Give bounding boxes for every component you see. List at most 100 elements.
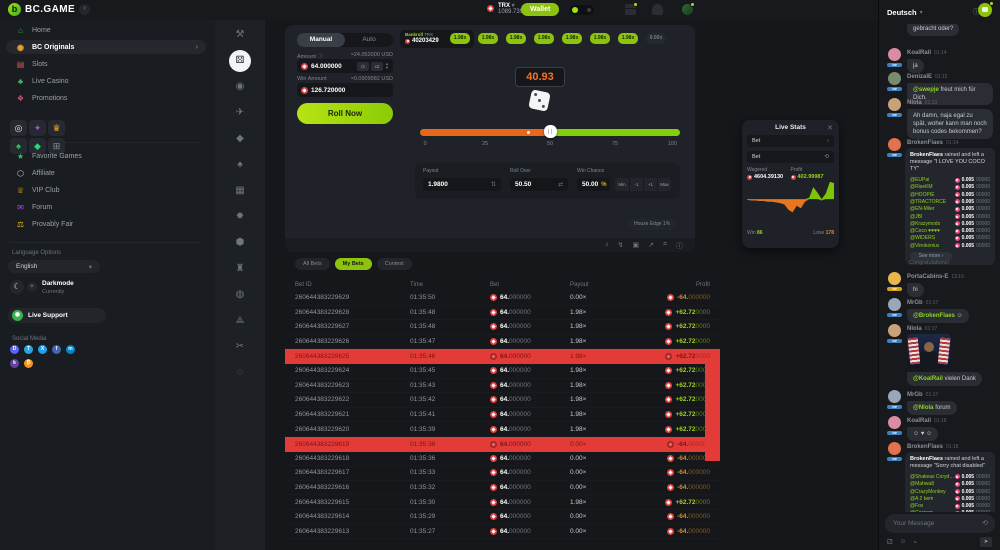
swap-icon[interactable]: ⇅ bbox=[491, 181, 496, 188]
result-pill[interactable]: 1.98x bbox=[478, 33, 498, 44]
amount-input[interactable]: 64.000000 /2 x2 ▲▼ bbox=[297, 59, 393, 73]
avatar[interactable] bbox=[888, 298, 901, 311]
win-chance-field[interactable]: 50.00% bbox=[577, 178, 610, 191]
table-row[interactable]: 260644383229615 01:35:30 64.000000 1.98×… bbox=[285, 495, 720, 510]
avatar[interactable] bbox=[888, 72, 901, 85]
table-row[interactable]: 260644383229629 01:35:50 64.000000 0.00×… bbox=[285, 291, 720, 306]
roll-now-button[interactable]: Roll Now bbox=[297, 103, 393, 124]
lightmode-icon[interactable]: ☀ bbox=[27, 282, 37, 292]
amount-stepper[interactable]: ▲▼ bbox=[385, 62, 389, 70]
rail-game-icon[interactable]: ⚒ bbox=[229, 24, 251, 46]
sidebar-nav-item[interactable]: ★ Favorite Games bbox=[6, 149, 206, 163]
dice-shortcut-icon[interactable]: ⚂ bbox=[887, 538, 893, 546]
language-select[interactable]: English ▾ bbox=[8, 260, 100, 273]
table-row[interactable]: 260644383229613 01:35:27 64.000000 0.00×… bbox=[285, 525, 720, 540]
avatar[interactable] bbox=[888, 138, 901, 151]
reset-icon[interactable]: ⟲ bbox=[824, 154, 829, 160]
result-pill[interactable]: 1.98x bbox=[506, 33, 526, 44]
mention[interactable]: @Nlola bbox=[913, 405, 934, 411]
sidebar-nav-item[interactable]: ▤ Slots bbox=[6, 57, 206, 71]
mention[interactable]: @HOOPIE bbox=[910, 192, 935, 198]
mention[interactable]: @Shakeas Coryd… bbox=[910, 474, 954, 480]
sidebar-nav-item[interactable]: ◉ BC Originals › bbox=[6, 40, 206, 54]
table-row[interactable]: 260644383229618 01:35:36 64.000000 0.00×… bbox=[285, 452, 720, 467]
table-row[interactable]: 260644383229623 01:35:43 64.000000 1.98×… bbox=[285, 379, 720, 394]
mention[interactable]: @A 2 bem bbox=[910, 496, 933, 502]
game-tile[interactable]: ◎ bbox=[10, 120, 27, 136]
result-pill[interactable]: 1.98x bbox=[590, 33, 610, 44]
game-footer-icon[interactable]: ♪ bbox=[605, 241, 609, 251]
rail-game-icon[interactable]: ♠ bbox=[229, 154, 251, 176]
double-button[interactable]: x2 bbox=[371, 62, 383, 71]
half-button[interactable]: /2 bbox=[357, 62, 369, 71]
chat-toggle-icon[interactable] bbox=[978, 3, 992, 17]
table-row[interactable]: 260644383229617 01:35:33 64.000000 0.00×… bbox=[285, 466, 720, 481]
slider-handle[interactable] bbox=[544, 125, 557, 138]
rail-game-icon[interactable]: ✸ bbox=[229, 206, 251, 228]
rail-game-icon[interactable]: ◍ bbox=[229, 284, 251, 306]
result-pill[interactable]: 1.98x bbox=[562, 33, 582, 44]
social-icon[interactable]: m bbox=[66, 345, 75, 354]
live-support-button[interactable]: ◉ Live Support bbox=[8, 308, 106, 323]
bell-icon[interactable] bbox=[652, 4, 663, 15]
quick-button[interactable]: -1 bbox=[629, 178, 643, 191]
gift-icon[interactable] bbox=[625, 4, 636, 15]
win-amount-input[interactable]: 126.720000 bbox=[297, 83, 393, 97]
payout-field[interactable]: 1.9800⇅ bbox=[423, 178, 501, 191]
quick-button[interactable]: +1 bbox=[643, 178, 657, 191]
game-footer-icon[interactable]: ⌗ bbox=[663, 241, 667, 251]
send-icon[interactable]: ➤ bbox=[980, 537, 992, 547]
mention[interactable]: @WIDERS bbox=[910, 235, 935, 241]
result-pill[interactable]: 1.98x bbox=[534, 33, 554, 44]
stats-filter-row[interactable]: Bet› bbox=[747, 135, 834, 147]
mention[interactable]: @EN-Miler bbox=[910, 206, 935, 212]
rail-game-icon[interactable]: ✂ bbox=[229, 336, 251, 358]
mention[interactable]: @Fox bbox=[910, 503, 923, 509]
mode-toggle[interactable] bbox=[570, 5, 594, 15]
social-icon[interactable]: X bbox=[38, 345, 47, 354]
rail-game-icon[interactable]: ◉ bbox=[229, 76, 251, 98]
table-row[interactable]: 260644383229626 01:35:47 64.000000 1.98×… bbox=[285, 335, 720, 350]
social-icon[interactable]: f bbox=[52, 345, 61, 354]
stats-reset-row[interactable]: Bet⟲ bbox=[747, 151, 834, 163]
mention[interactable]: @JBl bbox=[910, 214, 922, 220]
social-icon[interactable]: k bbox=[10, 359, 19, 368]
avatar[interactable] bbox=[888, 48, 901, 61]
chat-message-input[interactable] bbox=[885, 514, 995, 533]
tab-manual[interactable]: Manual bbox=[297, 33, 345, 47]
avatar[interactable] bbox=[888, 324, 901, 337]
mention[interactable]: @swepje bbox=[913, 87, 939, 93]
avatar[interactable] bbox=[888, 390, 901, 403]
table-row[interactable]: 260644383229620 01:35:39 64.000000 1.98×… bbox=[285, 422, 720, 437]
game-footer-icon[interactable]: ↗ bbox=[648, 241, 654, 251]
table-row[interactable]: 260644383229621 01:35:41 64.000000 1.98×… bbox=[285, 408, 720, 423]
social-icon[interactable]: D bbox=[10, 345, 19, 354]
chat-language-select[interactable]: Deutsch bbox=[887, 8, 917, 17]
logo[interactable]: b BC.GAME ‹ bbox=[8, 3, 90, 16]
mention[interactable]: @RiseKM bbox=[910, 184, 933, 190]
quick-button[interactable]: Max bbox=[657, 178, 671, 191]
rail-game-icon[interactable]: ◆ bbox=[229, 128, 251, 150]
result-pill[interactable]: 1.98x bbox=[618, 33, 638, 44]
sidebar-nav-item[interactable]: ⌂ Home bbox=[6, 23, 206, 37]
rail-game-icon[interactable]: ⟁ bbox=[229, 310, 251, 332]
sidebar-nav-item[interactable]: ⚖ Provably Fair bbox=[6, 217, 206, 231]
avatar[interactable] bbox=[888, 416, 901, 429]
mention[interactable]: @CrazyMonkey bbox=[910, 489, 946, 495]
mention[interactable]: @Vinokonius bbox=[910, 243, 939, 249]
attachment-icon[interactable]: ⌁ bbox=[913, 538, 917, 546]
mention[interactable]: @Coco ♥♥♥♥ bbox=[910, 228, 940, 234]
game-tile[interactable]: ♛ bbox=[48, 120, 65, 136]
avatar[interactable] bbox=[888, 442, 901, 455]
table-row[interactable]: 260644383229624 01:35:45 64.000000 1.98×… bbox=[285, 364, 720, 379]
table-row[interactable]: 260644383229614 01:35:29 64.000000 0.00×… bbox=[285, 510, 720, 525]
result-pill[interactable]: 0.00x bbox=[646, 33, 666, 44]
rail-game-icon[interactable]: ✈ bbox=[229, 102, 251, 124]
rail-game-icon[interactable]: ♜ bbox=[229, 258, 251, 280]
history-icon[interactable]: ⟲ bbox=[982, 519, 988, 527]
result-pill[interactable]: 1.98x bbox=[450, 33, 470, 44]
game-tile[interactable]: ✦ bbox=[29, 120, 46, 136]
close-icon[interactable]: ✕ bbox=[827, 124, 833, 132]
sidebar-nav-item[interactable]: ♕ VIP Club bbox=[6, 183, 206, 197]
table-row[interactable]: 260644383229616 01:35:32 64.000000 0.00×… bbox=[285, 481, 720, 496]
